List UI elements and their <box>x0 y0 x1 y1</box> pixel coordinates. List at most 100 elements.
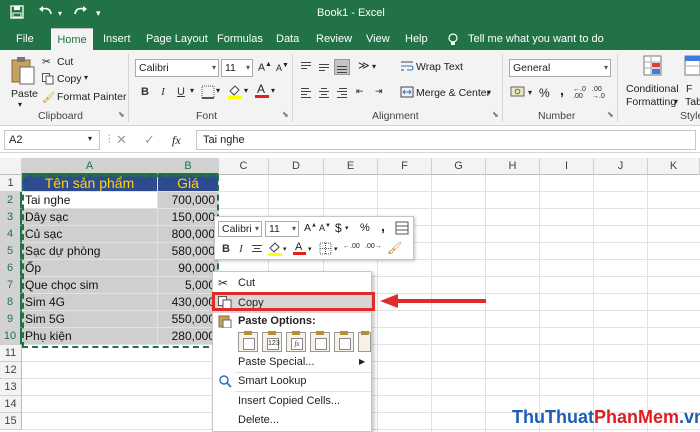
column-header[interactable]: J <box>594 158 648 175</box>
customize-toolbar-icon[interactable]: ▾ <box>96 8 101 19</box>
increase-decimal-icon[interactable]: ←.0.00 <box>573 86 586 100</box>
tab-review[interactable]: Review <box>312 28 356 50</box>
save-icon[interactable] <box>10 5 24 22</box>
row-header[interactable]: 7 <box>0 277 22 294</box>
insert-function-icon[interactable]: fx <box>172 133 181 148</box>
column-header[interactable]: C <box>219 158 269 175</box>
row-header[interactable]: 1 <box>0 175 22 192</box>
tab-help[interactable]: Help <box>401 28 432 50</box>
menu-item-paste-special[interactable]: Paste Special... ▶ <box>213 352 371 372</box>
align-right-icon[interactable] <box>334 85 350 101</box>
tell-me-search[interactable]: Tell me what you want to do <box>464 28 608 50</box>
paste-button[interactable]: Paste <box>11 88 38 100</box>
comma-style-icon[interactable]: , <box>381 218 385 234</box>
font-name-combo[interactable]: Calibri ▾ <box>135 59 219 77</box>
wrap-text-icon[interactable] <box>400 59 414 76</box>
format-cells-icon[interactable] <box>395 221 409 238</box>
tab-insert[interactable]: Insert <box>99 28 135 50</box>
merge-dropdown-icon[interactable]: ▾ <box>487 88 491 97</box>
comma-style-icon[interactable]: , <box>560 82 564 98</box>
orientation-dropdown-icon[interactable]: ▾ <box>372 62 376 71</box>
tab-file[interactable]: File <box>12 28 38 50</box>
fill-color-dropdown-icon[interactable]: ▾ <box>244 86 248 95</box>
menu-item-cut[interactable]: ✂ Cut <box>213 273 371 293</box>
format-painter-button[interactable]: Format Painter <box>57 91 126 103</box>
paste-icon[interactable] <box>10 56 36 89</box>
column-header[interactable]: I <box>540 158 594 175</box>
font-color-icon[interactable]: A <box>255 82 269 102</box>
align-left-icon[interactable] <box>298 85 314 101</box>
format-as-table-label-2[interactable]: Tab <box>685 96 700 108</box>
column-header[interactable]: K <box>648 158 700 175</box>
conditional-formatting-icon[interactable] <box>643 55 663 80</box>
cut-button[interactable]: Cut <box>57 56 73 68</box>
font-size-combo[interactable]: 11 ▾ <box>221 59 253 77</box>
copy-icon[interactable] <box>42 73 54 88</box>
format-as-table-icon[interactable] <box>684 55 700 80</box>
font-color-dropdown-icon[interactable]: ▾ <box>271 86 275 95</box>
merge-center-button[interactable]: Merge & Center <box>416 87 490 99</box>
row-header[interactable]: 10 <box>0 328 22 345</box>
row-header[interactable]: 12 <box>0 362 22 379</box>
column-header[interactable]: G <box>432 158 486 175</box>
cut-icon[interactable]: ✂ <box>42 56 51 68</box>
fill-color-dropdown-icon[interactable]: ▾ <box>283 245 287 253</box>
mini-size-combo[interactable]: 11 ▾ <box>265 221 299 237</box>
row-header[interactable]: 5 <box>0 243 22 260</box>
alignment-launcher-icon[interactable]: ⬊ <box>492 110 499 119</box>
merge-center-icon[interactable] <box>400 85 414 102</box>
format-painter-icon[interactable]: 🖌 <box>42 91 55 104</box>
fill-color-icon[interactable] <box>227 83 243 102</box>
column-header[interactable]: E <box>324 158 378 175</box>
borders-dropdown-icon[interactable]: ▾ <box>216 86 220 95</box>
borders-icon[interactable] <box>201 85 215 102</box>
enter-icon[interactable]: ✓ <box>144 132 155 148</box>
borders-dropdown-icon[interactable]: ▾ <box>334 245 338 253</box>
font-color-icon[interactable]: A <box>293 240 306 259</box>
row-header[interactable]: 4 <box>0 226 22 243</box>
underline-dropdown-icon[interactable]: ▾ <box>190 86 194 95</box>
format-as-table-label[interactable]: F <box>686 83 692 95</box>
paste-option-transpose-icon[interactable] <box>310 331 330 352</box>
font-launcher-icon[interactable]: ⬊ <box>282 110 289 119</box>
middle-align-icon[interactable] <box>316 59 332 75</box>
conditional-dropdown-icon[interactable]: ▾ <box>674 97 678 106</box>
decrease-font-icon[interactable]: A▼ <box>319 223 331 233</box>
menu-item-smart-lookup[interactable]: Smart Lookup <box>213 371 371 391</box>
column-header[interactable]: A <box>22 158 158 175</box>
formula-input[interactable]: Tai nghe <box>196 130 696 150</box>
row-header[interactable]: 11 <box>0 345 22 362</box>
italic-icon[interactable]: I <box>233 241 249 257</box>
bold-icon[interactable]: B <box>137 84 153 100</box>
conditional-formatting-label-2[interactable]: Formatting <box>626 96 676 108</box>
tab-page-layout[interactable]: Page Layout <box>142 28 212 50</box>
accounting-format-icon[interactable]: $ <box>335 221 342 235</box>
tab-home[interactable]: Home <box>51 28 93 50</box>
row-header[interactable]: 14 <box>0 396 22 413</box>
cancel-icon[interactable]: ✕ <box>116 132 127 148</box>
number-format-combo[interactable]: General ▾ <box>509 59 611 77</box>
undo-icon[interactable] <box>38 5 54 22</box>
redo-icon[interactable] <box>72 5 88 22</box>
fill-color-icon[interactable] <box>268 241 282 260</box>
decrease-font-icon[interactable]: A▼ <box>276 62 289 73</box>
clipboard-launcher-icon[interactable]: ⬊ <box>118 110 125 119</box>
row-header[interactable]: 2 <box>0 192 22 209</box>
column-header[interactable]: H <box>486 158 540 175</box>
paste-option-formulas-icon[interactable]: fx <box>286 331 306 352</box>
format-painter-icon[interactable]: 🖌 <box>387 241 402 255</box>
percent-style-icon[interactable]: % <box>360 222 370 234</box>
wrap-text-button[interactable]: Wrap Text <box>416 61 463 73</box>
increase-font-icon[interactable]: A▲ <box>258 61 272 74</box>
italic-icon[interactable]: I <box>155 84 171 100</box>
menu-item-insert-copied-cells[interactable]: Insert Copied Cells... <box>213 391 371 411</box>
row-header[interactable]: 3 <box>0 209 22 226</box>
align-center-icon[interactable] <box>249 241 265 257</box>
bold-icon[interactable]: B <box>218 241 234 257</box>
decrease-decimal-icon[interactable]: .00→ <box>365 243 382 250</box>
accounting-dropdown-icon[interactable]: ▾ <box>345 224 349 232</box>
tab-formulas[interactable]: Formulas <box>213 28 267 50</box>
name-box[interactable]: A2 <box>4 130 100 150</box>
column-header[interactable]: B <box>158 158 219 175</box>
row-header[interactable]: 15 <box>0 413 22 430</box>
